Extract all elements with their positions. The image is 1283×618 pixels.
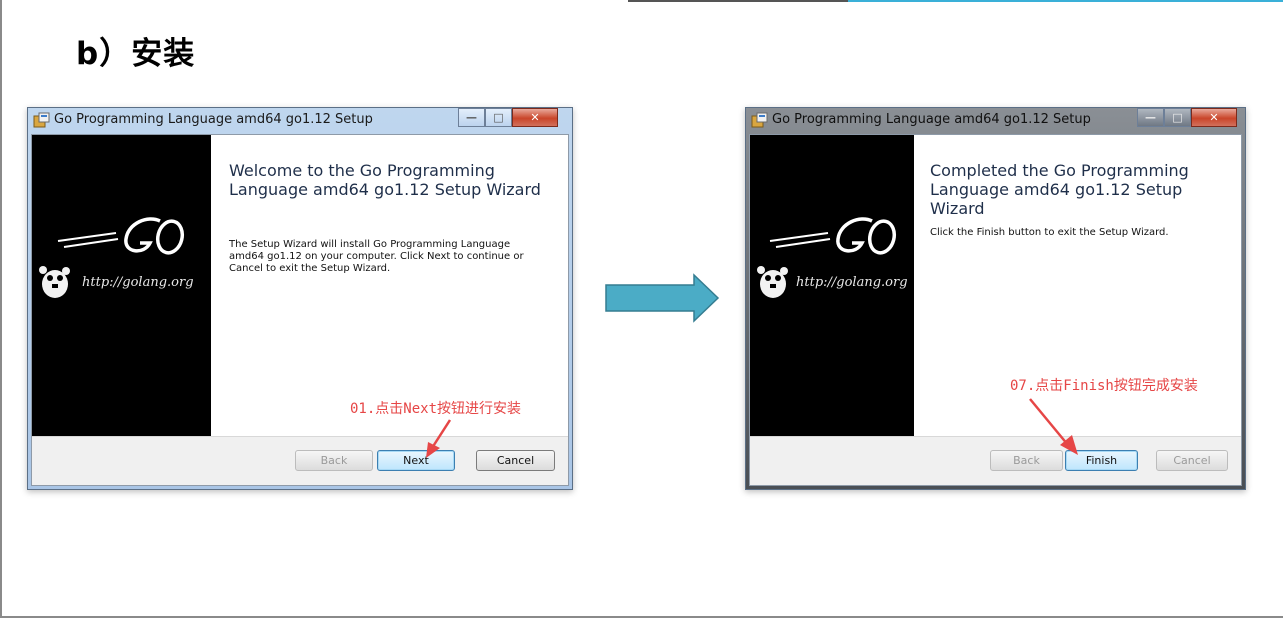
annotation-arrow-icon xyxy=(426,419,452,458)
slide-title: b）安装 xyxy=(76,36,196,72)
wizard-description: Click the Finish button to exit the Setu… xyxy=(930,227,1169,238)
window-controls: — □ ✕ xyxy=(458,108,558,127)
gopher-icon xyxy=(39,266,70,298)
maximize-button[interactable]: □ xyxy=(485,108,512,127)
header-divider-dark xyxy=(628,0,848,2)
go-banner: http://golang.org xyxy=(32,135,211,436)
go-banner: http://golang.org xyxy=(750,135,914,436)
header-divider-accent xyxy=(848,0,1283,2)
setup-window-completed: Go Programming Language amd64 go1.12 Set… xyxy=(745,107,1246,490)
gopher-icon xyxy=(757,266,788,298)
wizard-heading: Welcome to the Go Programming Language a… xyxy=(229,161,541,199)
cancel-button[interactable]: Cancel xyxy=(1156,450,1228,471)
close-button[interactable]: ✕ xyxy=(1191,108,1237,127)
installer-icon xyxy=(751,112,768,128)
minimize-button[interactable]: — xyxy=(458,108,485,127)
cancel-button[interactable]: Cancel xyxy=(476,450,555,471)
installer-icon xyxy=(33,112,50,128)
window-titlebar[interactable]: Go Programming Language amd64 go1.12 Set… xyxy=(28,108,572,134)
wizard-description: The Setup Wizard will install Go Program… xyxy=(229,239,524,274)
close-button[interactable]: ✕ xyxy=(512,108,558,127)
window-title: Go Programming Language amd64 go1.12 Set… xyxy=(54,112,373,127)
annotation-arrow-icon xyxy=(1029,398,1078,455)
go-logo xyxy=(769,217,897,255)
annotation-next: 01.点击Next按钮进行安装 xyxy=(350,401,522,417)
annotation-finish: 07.点击Finish按钮完成安装 xyxy=(1010,378,1198,394)
wizard-client-area: http://golang.org Completed the Go Progr… xyxy=(749,134,1242,486)
window-controls: — □ ✕ xyxy=(1137,108,1237,127)
setup-window-welcome: Go Programming Language amd64 go1.12 Set… xyxy=(27,107,573,490)
wizard-client-area: http://golang.org Welcome to the Go Prog… xyxy=(31,134,569,486)
window-titlebar[interactable]: Go Programming Language amd64 go1.12 Set… xyxy=(746,108,1245,134)
golang-url: http://golang.org xyxy=(82,275,194,290)
wizard-button-bar: Back Finish Cancel xyxy=(750,436,1241,485)
golang-url: http://golang.org xyxy=(796,275,908,290)
flow-arrow-icon xyxy=(605,273,720,323)
minimize-button[interactable]: — xyxy=(1137,108,1164,127)
maximize-button[interactable]: □ xyxy=(1164,108,1191,127)
wizard-heading: Completed the Go Programming Language am… xyxy=(930,161,1189,218)
window-title: Go Programming Language amd64 go1.12 Set… xyxy=(772,112,1091,127)
slide-left-border xyxy=(0,0,2,618)
go-logo xyxy=(57,217,185,255)
wizard-button-bar: Back Next Cancel xyxy=(32,436,568,485)
back-button[interactable]: Back xyxy=(295,450,373,471)
